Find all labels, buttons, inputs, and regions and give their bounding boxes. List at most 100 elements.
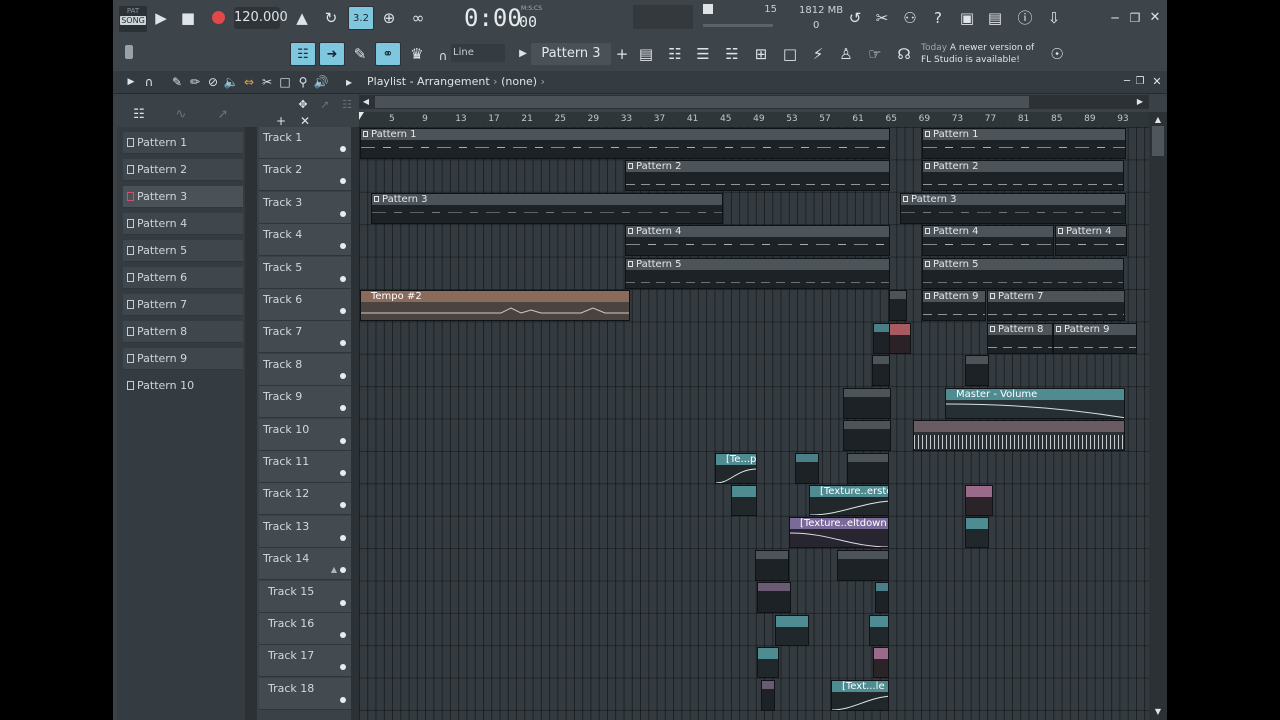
browser-tree-icon[interactable]: ⊞ — [749, 42, 773, 66]
scroll-left-icon[interactable]: ◀ — [359, 90, 373, 114]
texture-automation-clip[interactable]: [Texture..eltdown — [789, 517, 889, 548]
playhead-marker[interactable] — [359, 112, 364, 120]
pattern-clip[interactable]: Pattern 3 — [371, 193, 723, 224]
piano-roll-icon[interactable]: ☷ — [290, 42, 316, 66]
track-mute-led[interactable] — [340, 696, 346, 703]
track-header[interactable]: Track 2 — [259, 159, 351, 192]
track-mute-led[interactable] — [340, 372, 346, 379]
news-panel[interactable]: Today A newer version of FL Studio is av… — [921, 42, 1061, 68]
automation-clip-small[interactable] — [775, 615, 809, 646]
pattern-clip[interactable]: Pattern 5 — [625, 258, 890, 289]
pattern-clip[interactable]: Pattern 7 — [987, 290, 1125, 321]
record-icon[interactable] — [206, 6, 230, 30]
track-header[interactable]: Track 7 — [259, 321, 351, 354]
pat-song-toggle[interactable]: PAT SONG — [119, 6, 147, 32]
track-mute-led[interactable] — [340, 210, 346, 217]
audio-clip-small[interactable] — [875, 582, 889, 613]
pattern-selector[interactable]: Pattern 3 — [531, 43, 611, 65]
picker-item[interactable]: Pattern 2 — [123, 159, 243, 181]
pattern-clip[interactable]: Pattern 9 — [922, 290, 986, 321]
track-mute-led[interactable] — [340, 146, 346, 152]
texture-automation-clip[interactable]: [Texture..erstorm — [809, 485, 889, 516]
scroll-down-icon[interactable]: ▼ — [1146, 700, 1167, 720]
snap-select[interactable]: Line — [451, 44, 505, 62]
stamp-icon[interactable]: ♛ — [405, 42, 429, 66]
pattern-clip[interactable]: Pattern 5 — [922, 258, 1124, 289]
blend-notes-icon[interactable]: ⊕ — [377, 6, 401, 30]
picker-item[interactable]: Pattern 1 — [123, 132, 243, 154]
texture-automation-clip[interactable]: [Text...le 01 — [831, 680, 889, 711]
cut-icon[interactable]: ✂ — [870, 6, 894, 30]
track-mute-led[interactable] — [340, 308, 346, 314]
track-header[interactable]: Track 4 — [259, 224, 351, 257]
pattern-clip-small[interactable] — [872, 355, 890, 386]
undo-icon[interactable]: ↺ — [843, 6, 867, 30]
track-mute-led[interactable] — [340, 534, 346, 541]
countdown-icon[interactable]: 3.2 — [348, 6, 374, 30]
track-mute-led[interactable] — [340, 405, 346, 412]
track-header[interactable]: Track 1 — [259, 127, 351, 159]
pattern-clip[interactable]: Pattern 2 — [922, 160, 1124, 191]
picker-item[interactable]: Pattern 8 — [123, 321, 243, 343]
picker-item[interactable]: Pattern 10 — [123, 375, 243, 397]
playlist-close-icon[interactable]: ✕ — [1145, 70, 1167, 94]
track-mute-led[interactable] — [340, 340, 346, 347]
audio-clip-small[interactable] — [843, 420, 891, 451]
audio-clip[interactable] — [913, 420, 1125, 451]
track-header-scroll[interactable] — [351, 127, 359, 720]
help-icon[interactable]: ? — [926, 6, 950, 30]
channel-rack-icon[interactable]: ☰ — [691, 42, 715, 66]
pencil-icon[interactable]: ✎ — [348, 42, 372, 66]
speaker-icon[interactable]: ▸ — [337, 70, 361, 94]
track-header[interactable]: Track 9 — [259, 386, 351, 419]
track-mute-led[interactable] — [340, 664, 346, 671]
track-mute-led[interactable] — [340, 470, 346, 476]
globe-icon[interactable]: ☉ — [1045, 42, 1069, 66]
pattern-clip[interactable]: Pattern 1 — [922, 128, 1126, 159]
magnet-snap-icon[interactable]: ∩ — [137, 70, 161, 94]
save-icon[interactable]: ▣ — [955, 6, 979, 30]
automation-clip-small[interactable] — [795, 453, 819, 484]
track-mute-led[interactable] — [340, 502, 346, 509]
track-mute-led[interactable] — [340, 178, 346, 185]
master-volume-knob[interactable] — [125, 45, 133, 59]
vertical-scrollbar[interactable]: ▲ ▼ — [1149, 112, 1167, 720]
audio-clip-small[interactable] — [755, 550, 789, 581]
track-header[interactable]: Track 15 — [259, 580, 351, 613]
track-header[interactable]: Track 14 ▲ — [259, 548, 351, 581]
track-mute-led[interactable] — [340, 437, 346, 444]
pattern-clip[interactable]: Pattern 3 — [900, 193, 1126, 224]
link-icon[interactable]: ⚭ — [375, 42, 401, 66]
track-header[interactable]: Track 13 — [259, 515, 351, 548]
automation-clip-small[interactable] — [869, 615, 889, 646]
playlist-window-icon[interactable]: ▤ — [634, 42, 658, 66]
horizontal-scrollbar[interactable]: ◀ ▶ — [359, 95, 1149, 109]
touch-keyboard-icon[interactable]: ☞ — [863, 42, 887, 66]
add-pattern-icon[interactable]: + — [610, 42, 634, 66]
tempo-automation-clip[interactable]: Tempo #2 — [360, 290, 630, 321]
pattern-clip[interactable]: Pattern 4 — [1055, 225, 1127, 256]
master-volume-slider[interactable] — [119, 45, 269, 59]
audio-clip-small[interactable] — [837, 550, 889, 581]
metronome-icon[interactable]: ▲ — [290, 6, 314, 30]
audio-clip-small[interactable] — [757, 582, 791, 613]
track-header[interactable]: Track 17 — [259, 645, 351, 678]
shop-icon[interactable]: ☊ — [892, 42, 916, 66]
pattern-clip[interactable]: Pattern 2 — [625, 160, 890, 191]
picker-item[interactable]: Pattern 9 — [123, 348, 243, 370]
picker-item-selected[interactable]: Pattern 3 — [123, 186, 243, 208]
microphone-icon[interactable]: ⚇ — [898, 6, 922, 30]
timeline-ruler[interactable]: 5 9 13 17 21 25 29 33 37 41 45 49 53 57 61 65 69 73 77 81 85… — [359, 112, 1149, 128]
track-mute-led[interactable] — [340, 567, 346, 574]
automation-clip-small[interactable] — [847, 453, 889, 484]
track-mute-led[interactable] — [340, 632, 346, 638]
time-display[interactable]: 0:00 00 M:S:CS — [459, 2, 549, 36]
play-icon[interactable]: ▶ — [149, 6, 173, 30]
track-piano-icon[interactable]: ☷ — [335, 93, 359, 117]
pattern-clip-small[interactable] — [889, 290, 907, 321]
automation-clip-small[interactable] — [757, 647, 779, 678]
info-icon[interactable]: ⓘ — [1013, 6, 1037, 30]
track-mute-led[interactable] — [340, 275, 346, 282]
automation-clip-small[interactable] — [873, 647, 889, 678]
picker-item[interactable]: Pattern 5 — [123, 240, 243, 262]
